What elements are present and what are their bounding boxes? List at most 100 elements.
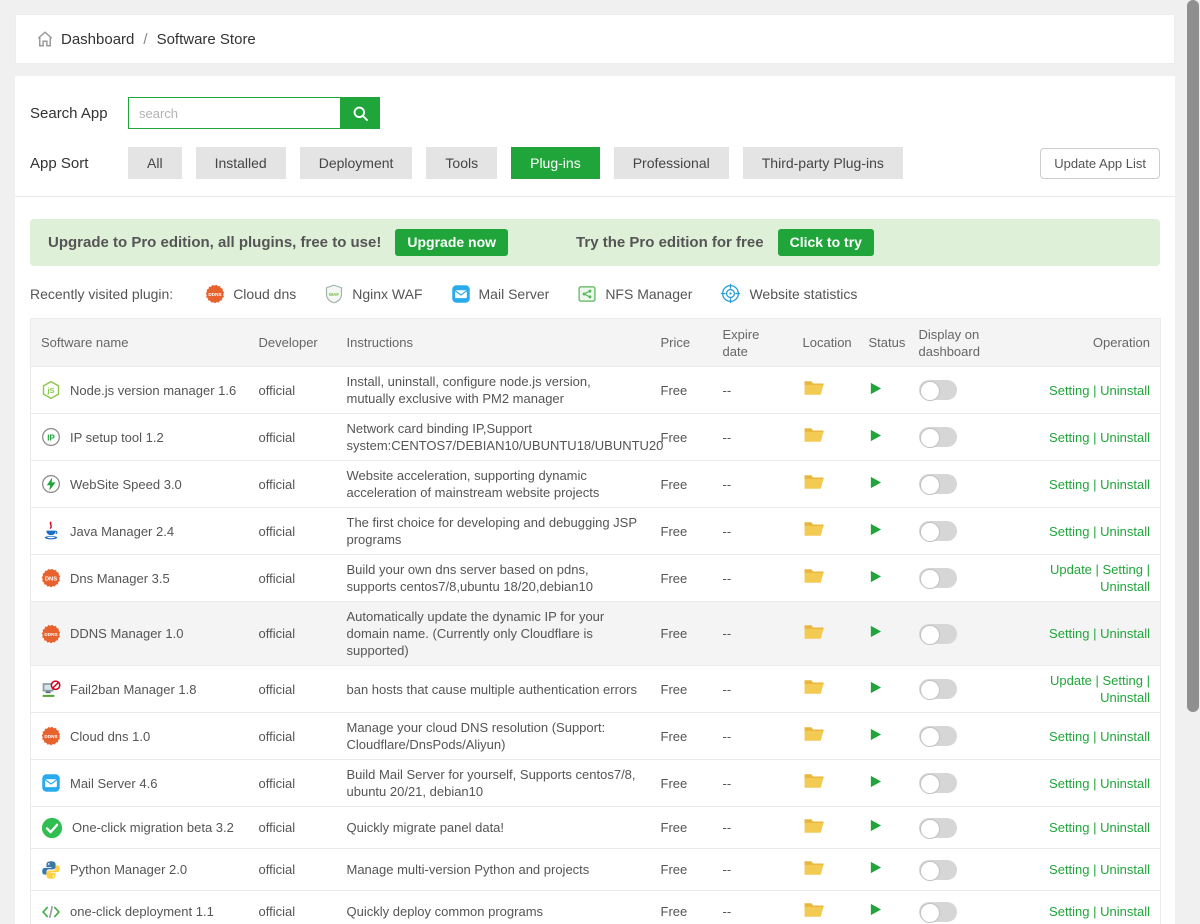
search-button[interactable] <box>341 97 380 129</box>
uninstall-link[interactable]: Uninstall <box>1100 383 1150 398</box>
display-on-dashboard-cell <box>909 602 1021 666</box>
dashboard-toggle[interactable] <box>919 860 957 880</box>
running-status-icon <box>869 476 882 489</box>
folder-icon[interactable] <box>803 623 825 641</box>
dashboard-toggle[interactable] <box>919 521 957 541</box>
developer-cell: official <box>249 891 337 924</box>
dashboard-toggle[interactable] <box>919 818 957 838</box>
update-link[interactable]: Update <box>1050 673 1092 688</box>
folder-icon[interactable] <box>803 817 825 835</box>
folder-icon[interactable] <box>803 725 825 743</box>
search-box <box>128 97 380 129</box>
recent-plugin-nginx-waf[interactable]: WAFNginx WAF <box>324 284 422 304</box>
folder-icon[interactable] <box>803 426 825 444</box>
folder-icon[interactable] <box>803 379 825 397</box>
table-row-python-manager-2-0: Python Manager 2.0officialManage multi-v… <box>31 849 1161 891</box>
running-status-icon <box>869 570 882 583</box>
page-scrollbar-thumb[interactable] <box>1187 0 1199 712</box>
search-input[interactable] <box>128 97 341 129</box>
dashboard-toggle[interactable] <box>919 773 957 793</box>
display-on-dashboard-cell <box>909 461 1021 508</box>
status-cell <box>859 760 909 807</box>
uninstall-link[interactable]: Uninstall <box>1100 430 1150 445</box>
dashboard-toggle[interactable] <box>919 474 957 494</box>
nfs-icon <box>577 284 597 304</box>
setting-link[interactable]: Setting <box>1049 477 1089 492</box>
dashboard-toggle[interactable] <box>919 902 957 922</box>
tab-all[interactable]: All <box>128 147 182 179</box>
search-row: Search App <box>30 97 1160 129</box>
tab-professional[interactable]: Professional <box>614 147 729 179</box>
setting-link[interactable]: Setting <box>1049 383 1089 398</box>
folder-icon[interactable] <box>803 567 825 585</box>
uninstall-link[interactable]: Uninstall <box>1100 862 1150 877</box>
breadcrumb-separator: / <box>143 31 147 48</box>
uninstall-link[interactable]: Uninstall <box>1100 524 1150 539</box>
uninstall-link[interactable]: Uninstall <box>1100 904 1150 919</box>
folder-icon[interactable] <box>803 772 825 790</box>
dashboard-toggle[interactable] <box>919 427 957 447</box>
col-header-operation: Operation <box>1021 319 1161 367</box>
operation-separator: | <box>1090 776 1101 791</box>
setting-link[interactable]: Setting <box>1049 904 1089 919</box>
recent-plugin-nfs-manager[interactable]: NFS Manager <box>577 284 692 304</box>
setting-link[interactable]: Setting <box>1049 729 1089 744</box>
folder-icon[interactable] <box>803 678 825 696</box>
table-row-cloud-dns-1-0: DDNSCloud dns 1.0officialManage your clo… <box>31 713 1161 760</box>
setting-link[interactable]: Setting <box>1049 820 1089 835</box>
setting-link[interactable]: Setting <box>1049 862 1089 877</box>
home-icon[interactable] <box>36 30 54 48</box>
uninstall-link[interactable]: Uninstall <box>1100 776 1150 791</box>
upgrade-now-button[interactable]: Upgrade now <box>395 229 508 256</box>
dashboard-toggle[interactable] <box>919 679 957 699</box>
setting-link[interactable]: Setting <box>1103 673 1143 688</box>
uninstall-link[interactable]: Uninstall <box>1100 579 1150 594</box>
tab-third-party-plug-ins[interactable]: Third-party Plug-ins <box>743 147 903 179</box>
page-scrollbar-track[interactable] <box>1186 0 1200 924</box>
mail-icon <box>41 773 61 793</box>
tab-tools[interactable]: Tools <box>426 147 497 179</box>
tab-installed[interactable]: Installed <box>196 147 286 179</box>
price-cell: Free <box>651 849 713 891</box>
svg-text:DDNS: DDNS <box>44 632 57 637</box>
update-app-list-button[interactable]: Update App List <box>1040 148 1160 179</box>
dashboard-toggle[interactable] <box>919 624 957 644</box>
setting-link[interactable]: Setting <box>1049 776 1089 791</box>
update-link[interactable]: Update <box>1050 562 1092 577</box>
banner-message: Upgrade to Pro edition, all plugins, fre… <box>48 234 381 251</box>
software-name: Python Manager 2.0 <box>70 861 187 878</box>
click-to-try-button[interactable]: Click to try <box>778 229 874 256</box>
folder-icon[interactable] <box>803 859 825 877</box>
tab-deployment[interactable]: Deployment <box>300 147 413 179</box>
recent-plugin-mail-server[interactable]: Mail Server <box>451 284 550 304</box>
recent-plugin-website-statistics[interactable]: Website statistics <box>720 283 857 304</box>
breadcrumb-dashboard[interactable]: Dashboard <box>61 31 134 48</box>
folder-icon[interactable] <box>803 473 825 491</box>
display-on-dashboard-cell <box>909 891 1021 924</box>
col-header-location: Location <box>793 319 859 367</box>
dashboard-toggle[interactable] <box>919 726 957 746</box>
software-name: Mail Server 4.6 <box>70 775 157 792</box>
uninstall-link[interactable]: Uninstall <box>1100 690 1150 705</box>
uninstall-link[interactable]: Uninstall <box>1100 626 1150 641</box>
running-status-icon <box>869 903 882 916</box>
status-cell <box>859 461 909 508</box>
uninstall-link[interactable]: Uninstall <box>1100 820 1150 835</box>
uninstall-link[interactable]: Uninstall <box>1100 477 1150 492</box>
svg-text:DDNS: DDNS <box>209 292 222 297</box>
folder-icon[interactable] <box>803 901 825 919</box>
setting-link[interactable]: Setting <box>1049 626 1089 641</box>
recent-plugin-label: NFS Manager <box>605 286 692 302</box>
tab-plug-ins[interactable]: Plug-ins <box>511 147 600 179</box>
setting-link[interactable]: Setting <box>1103 562 1143 577</box>
col-header-expire-date: Expire date <box>713 319 793 367</box>
folder-icon[interactable] <box>803 520 825 538</box>
setting-link[interactable]: Setting <box>1049 524 1089 539</box>
dashboard-toggle[interactable] <box>919 568 957 588</box>
price-cell: Free <box>651 508 713 555</box>
status-cell <box>859 508 909 555</box>
recent-plugin-cloud-dns[interactable]: DDNSCloud dns <box>205 284 296 304</box>
setting-link[interactable]: Setting <box>1049 430 1089 445</box>
uninstall-link[interactable]: Uninstall <box>1100 729 1150 744</box>
dashboard-toggle[interactable] <box>919 380 957 400</box>
